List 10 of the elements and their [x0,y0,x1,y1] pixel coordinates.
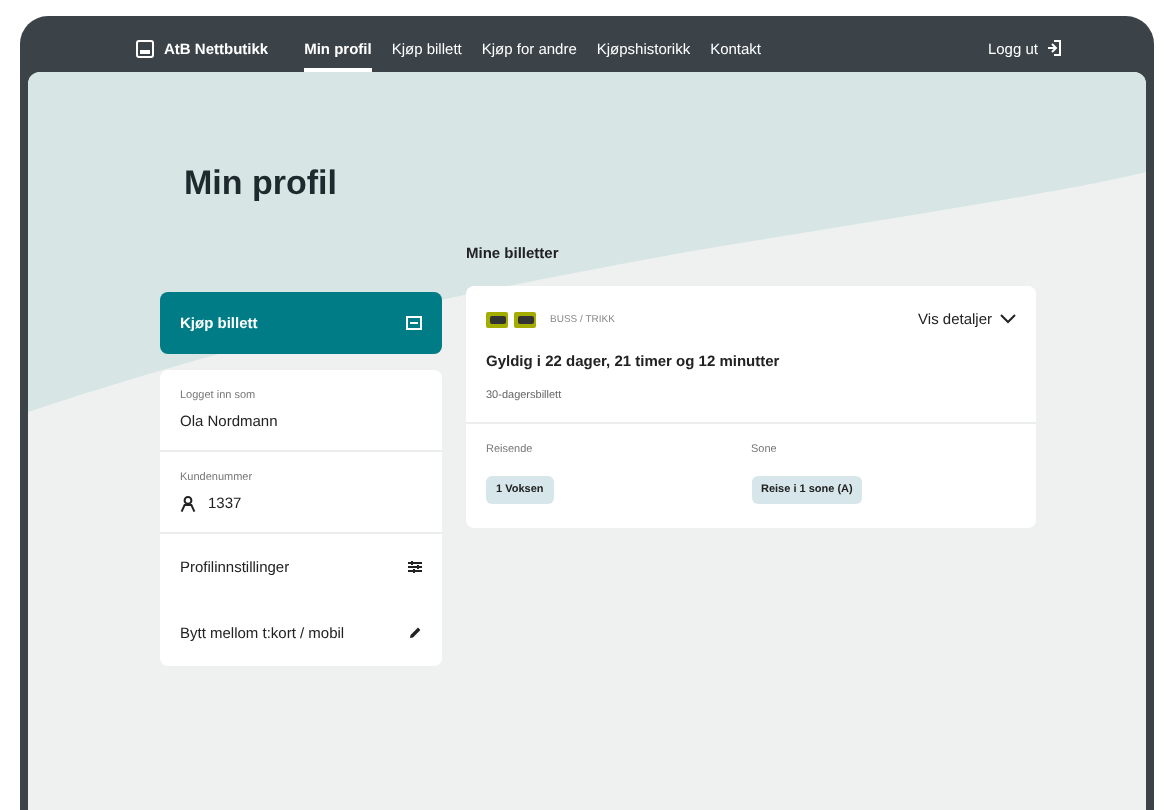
sliders-icon [408,560,422,574]
logout-icon [1046,40,1062,56]
logo-icon [136,39,154,57]
tram-icon [514,311,536,327]
bus-icon [486,311,508,327]
chevron-down-icon [1000,314,1016,324]
ticket-icon [406,316,422,330]
page-title: Min profil [184,164,339,204]
pencil-icon [408,626,422,640]
person-icon [180,495,196,511]
